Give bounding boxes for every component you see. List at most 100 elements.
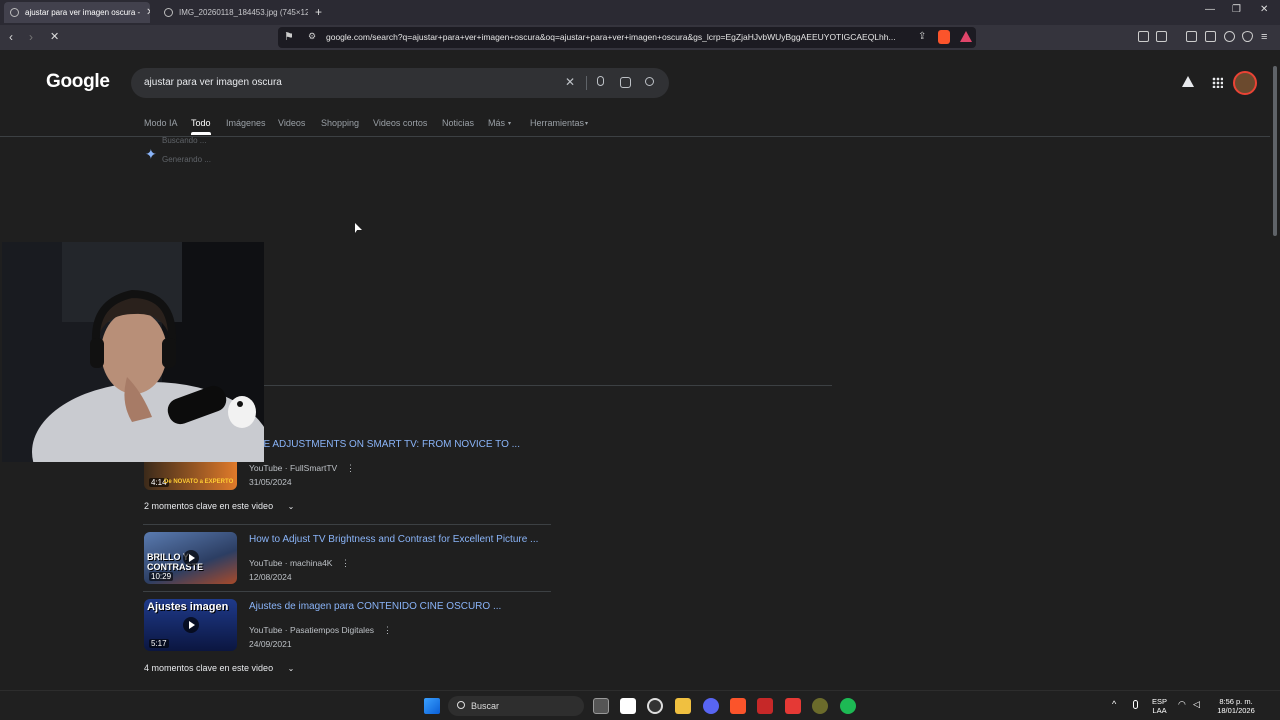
ai-status-generating: Generando ...	[162, 155, 211, 164]
search-icon[interactable]	[645, 77, 654, 86]
video-source: YouTube · FullSmartTV	[249, 463, 338, 473]
brave-browser-icon[interactable]	[730, 698, 746, 714]
video-thumbnail[interactable]: 4:14 De NOVATO a EXPERTO	[144, 460, 237, 490]
back-icon[interactable]: ‹	[9, 30, 13, 44]
obs-icon[interactable]	[647, 698, 663, 714]
forward-icon[interactable]: ›	[29, 30, 33, 44]
video-title-link[interactable]: Ajustes de imagen para CONTENIDO CINE OS…	[249, 601, 501, 612]
search-input[interactable]: ajustar para ver imagen oscura	[144, 77, 282, 88]
key-moments-toggle[interactable]: 4 momentos clave en este video ⌄	[144, 663, 294, 673]
tab-label: IMG_20260118_184453.jpg (745×12...	[179, 8, 308, 17]
x-app-icon[interactable]	[785, 698, 801, 714]
scrollbar-thumb[interactable]	[1273, 66, 1277, 236]
tab-shopping[interactable]: Shopping	[321, 118, 359, 128]
divider	[143, 591, 551, 592]
more-options-icon[interactable]: ⋮	[346, 463, 355, 474]
play-icon	[183, 617, 199, 633]
ai-sparkle-icon: ✦	[145, 146, 157, 162]
bookmark-icon[interactable]: ⚑	[284, 30, 294, 43]
more-options-icon[interactable]: ⋮	[383, 625, 392, 636]
search-box[interactable]: ajustar para ver imagen oscura ✕	[131, 68, 669, 98]
video-thumbnail[interactable]: Ajustes imagen 5:17	[144, 599, 237, 651]
extensions-icon[interactable]	[1138, 31, 1149, 42]
sidebar-icon[interactable]	[1186, 31, 1197, 42]
taskbar: Buscar ^ ESP LAA ◠ ◁ 8:56 p. m. 18/01/20…	[0, 690, 1280, 720]
mic-icon[interactable]	[597, 76, 604, 86]
divider	[586, 76, 587, 90]
scrollbar[interactable]	[1270, 50, 1280, 690]
spotify-icon[interactable]	[840, 698, 856, 714]
video-duration: 5:17	[149, 639, 169, 648]
key-moments-toggle[interactable]: 2 momentos clave en este video ⌄	[144, 501, 294, 511]
video-date: 12/08/2024	[249, 572, 292, 582]
tab-videos[interactable]: Videos	[278, 118, 305, 128]
apps-grid-icon[interactable]	[1212, 77, 1223, 88]
close-tab-icon[interactable]: ✕	[146, 7, 150, 18]
video-thumbnail[interactable]: BRILLO Y CONTRASTE 10:29	[144, 532, 237, 584]
video-title-link[interactable]: AGE ADJUSTMENTS ON SMART TV: FROM NOVICE…	[249, 439, 520, 450]
clock-time: 8:56 p. m.	[1219, 697, 1253, 706]
notion-icon[interactable]	[620, 698, 636, 714]
avatar[interactable]	[1233, 71, 1257, 95]
address-bar[interactable]: ⚑ ⚙ google.com/search?q=ajustar+para+ver…	[278, 27, 976, 48]
tab-todo[interactable]: Todo	[191, 118, 211, 128]
video-source: YouTube · Pasatiempos Digitales	[249, 625, 375, 635]
vpn-icon[interactable]	[1242, 31, 1253, 42]
wifi-icon[interactable]: ◠	[1178, 700, 1186, 709]
windows-start-icon[interactable]	[424, 698, 440, 714]
share-icon[interactable]: ⇪	[918, 31, 926, 42]
tab-noticias[interactable]: Noticias	[442, 118, 474, 128]
tray-chevron-icon[interactable]: ^	[1112, 700, 1116, 709]
restore-icon[interactable]: ❐	[1232, 4, 1241, 15]
app-icon[interactable]	[812, 698, 828, 714]
play-icon	[183, 550, 199, 566]
file-explorer-icon[interactable]	[675, 698, 691, 714]
tab-mas[interactable]: Más	[488, 118, 505, 128]
video-source: YouTube · machina4K	[249, 558, 333, 568]
chevron-down-icon: ▾	[585, 121, 589, 127]
tab-herramientas[interactable]: Herramientas	[530, 118, 584, 128]
discord-icon[interactable]	[703, 698, 719, 714]
brave-shields-icon[interactable]	[938, 30, 950, 44]
search-icon	[457, 701, 465, 709]
clear-icon[interactable]: ✕	[565, 76, 575, 89]
lens-icon[interactable]	[620, 77, 631, 88]
tab-imagenes[interactable]: Imágenes	[226, 118, 266, 128]
video-date: 31/05/2024	[249, 477, 292, 487]
tab-label: ajustar para ver imagen oscura -	[25, 8, 141, 17]
video-title-link[interactable]: How to Adjust TV Brightness and Contrast…	[249, 534, 538, 545]
taskbar-search[interactable]: Buscar	[448, 696, 584, 716]
url-text[interactable]: google.com/search?q=ajustar+para+ver+ima…	[326, 32, 906, 42]
more-options-icon[interactable]: ⋮	[341, 558, 350, 569]
thumbnail-text: Ajustes imagen	[147, 601, 229, 613]
thumbnail-text: De NOVATO a EXPERTO	[164, 479, 234, 485]
tab-google-search[interactable]: ajustar para ver imagen oscura - ✕	[4, 2, 150, 23]
google-logo[interactable]: Google	[46, 71, 110, 93]
clock[interactable]: 8:56 p. m. 18/01/2026	[1214, 697, 1258, 715]
stop-loading-icon[interactable]: ✕	[50, 30, 59, 44]
sonic-ventures-icon[interactable]	[757, 698, 773, 714]
labs-icon[interactable]	[1182, 76, 1194, 87]
tab-image[interactable]: IMG_20260118_184453.jpg (745×12... ✕	[158, 2, 308, 23]
key-moments-label: 4 momentos clave en este video	[144, 663, 274, 673]
screenshot-icon[interactable]	[1156, 31, 1167, 42]
task-view-icon[interactable]	[593, 698, 609, 714]
tab-videos-cortos[interactable]: Videos cortos	[373, 118, 427, 128]
new-tab-button[interactable]: +	[315, 5, 322, 19]
language-indicator[interactable]: ESP LAA	[1152, 697, 1167, 715]
volume-icon[interactable]: ◁	[1193, 700, 1200, 709]
key-moments-label: 2 momentos clave en este video	[144, 501, 274, 511]
site-settings-icon[interactable]: ⚙	[308, 31, 316, 42]
video-date: 24/09/2021	[249, 639, 292, 649]
microphone-icon[interactable]	[1133, 700, 1138, 709]
leo-ai-icon[interactable]	[1224, 31, 1235, 42]
wallet-icon[interactable]	[1205, 31, 1216, 42]
menu-icon[interactable]: ≡	[1261, 30, 1267, 44]
ai-status-searching: Buscando ...	[162, 136, 207, 145]
chevron-down-icon: ▾	[508, 121, 512, 127]
chevron-down-icon: ⌄	[287, 664, 295, 673]
minimize-icon[interactable]: —	[1205, 4, 1215, 15]
brave-rewards-icon[interactable]	[960, 31, 972, 42]
window-close-icon[interactable]: ✕	[1260, 4, 1268, 15]
tab-modo-ia[interactable]: Modo IA	[144, 118, 178, 128]
